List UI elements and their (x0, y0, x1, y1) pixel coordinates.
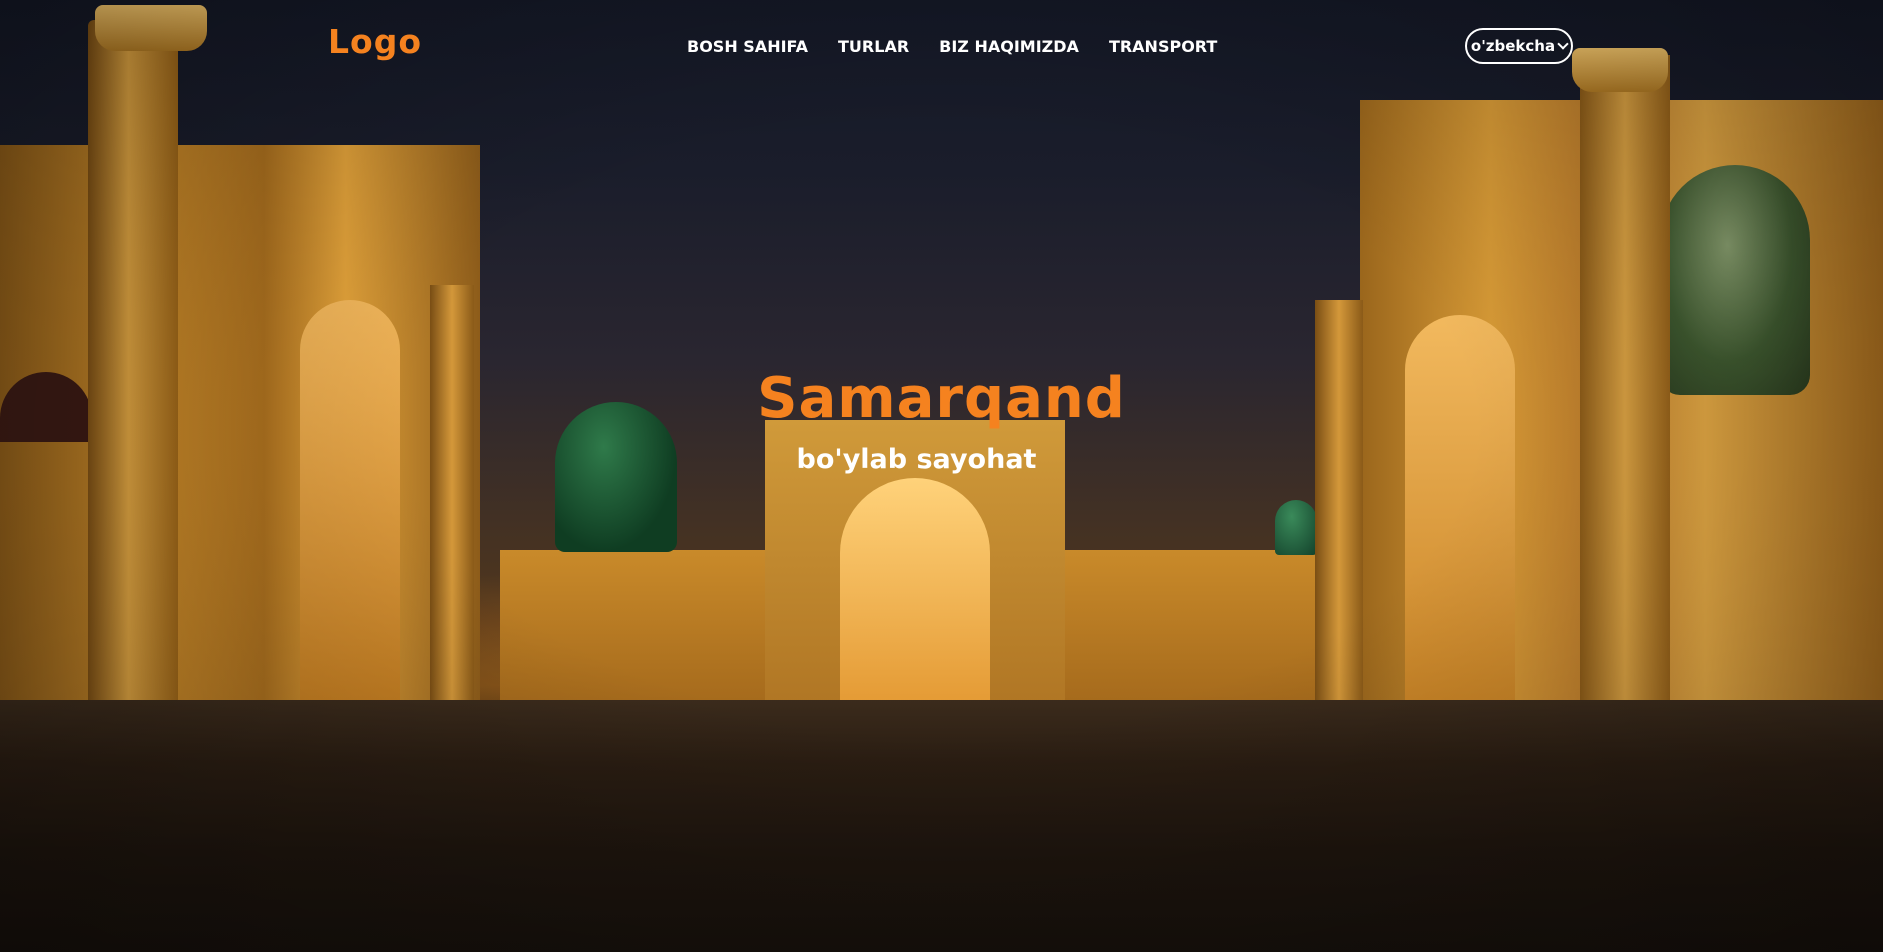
nav-link-transport[interactable]: TRANSPORT (1109, 37, 1217, 56)
nav-link-bosh-sahifa[interactable]: BOSH SAHIFA (687, 37, 808, 56)
logo-link[interactable]: Logo (328, 22, 422, 61)
language-select[interactable]: o'zbekcha (1465, 28, 1573, 64)
hero-title: Samarqand (757, 366, 1126, 431)
hero-section: Logo BOSH SAHIFA TURLAR BIZ HAQIMIZDA TR… (0, 0, 1883, 952)
main-nav: BOSH SAHIFA TURLAR BIZ HAQIMIZDA TRANSPO… (687, 37, 1217, 56)
nav-link-biz-haqimizda[interactable]: BIZ HAQIMIZDA (939, 37, 1079, 56)
site-header: Logo BOSH SAHIFA TURLAR BIZ HAQIMIZDA TR… (0, 0, 1883, 95)
nav-link-turlar[interactable]: TURLAR (838, 37, 909, 56)
hero-background-image (0, 0, 1883, 952)
hero-subtitle: bo'ylab sayohat (796, 444, 1037, 475)
chevron-down-icon (1557, 38, 1569, 50)
language-select-value: o'zbekcha (1470, 37, 1556, 55)
